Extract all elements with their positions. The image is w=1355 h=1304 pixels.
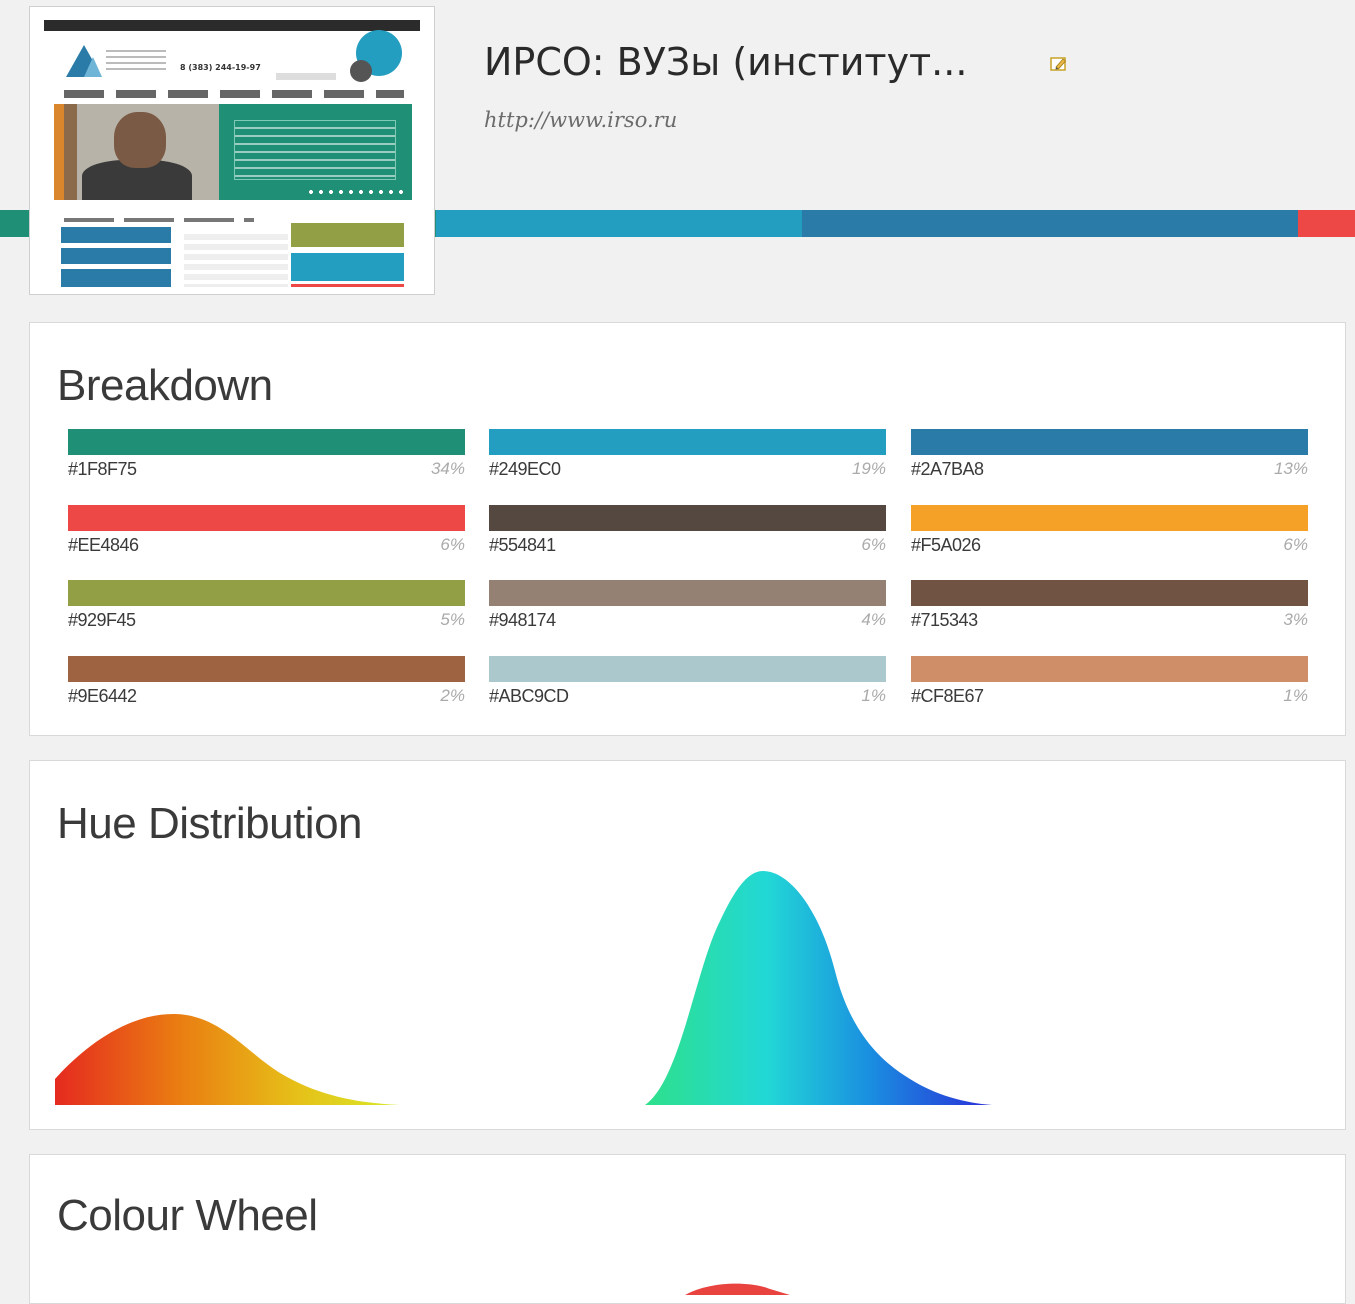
site-thumbnail[interactable]: 8 (383) 244-19-97 [29, 6, 435, 295]
swatch-bar [68, 656, 465, 682]
swatch-percent: 6% [1283, 535, 1308, 554]
swatch-bar [489, 580, 886, 606]
thumb-search [276, 73, 336, 80]
swatch-percent: 34% [430, 459, 465, 478]
color-swatch[interactable]: #715343 3% [911, 580, 1308, 630]
swatch-bar [68, 580, 465, 606]
thumb-calendar [184, 234, 288, 287]
swatch-hex: #554841 [489, 535, 556, 555]
swatch-hex: #CF8E67 [911, 686, 984, 706]
site-title: ИРСО: ВУЗы (институт... [484, 40, 968, 84]
swatch-bar [68, 429, 465, 455]
thumb-logo-text [106, 50, 166, 72]
thumb-topbar [44, 20, 420, 31]
swatch-bar [911, 656, 1308, 682]
thumb-olive-button [291, 223, 404, 247]
swatch-hex: #249EC0 [489, 459, 561, 479]
swatch-hex: #EE4846 [68, 535, 139, 555]
thumb-quote-box [234, 120, 396, 180]
swatch-percent: 3% [1283, 610, 1308, 629]
swatch-hex: #2A7BA8 [911, 459, 984, 479]
edit-icon[interactable] [1050, 56, 1068, 72]
color-swatch[interactable]: #9E6442 2% [68, 656, 465, 706]
swatch-percent: 6% [440, 535, 465, 554]
thumb-badge-small [350, 60, 372, 82]
color-swatch[interactable]: #554841 6% [489, 505, 886, 555]
color-swatch[interactable]: #929F45 5% [68, 580, 465, 630]
color-swatch[interactable]: #CF8E67 1% [911, 656, 1308, 706]
swatch-bar [911, 429, 1308, 455]
swatch-bar [68, 505, 465, 531]
color-swatch[interactable]: #ABC9CD 1% [489, 656, 886, 706]
swatch-bar [489, 656, 886, 682]
swatch-percent: 1% [861, 686, 886, 705]
swatch-hex: #929F45 [68, 610, 136, 630]
hue-peak-cool [645, 871, 992, 1105]
swatch-hex: #9E6442 [68, 686, 137, 706]
thumb-nav [64, 90, 404, 98]
breakdown-title: Breakdown [57, 361, 273, 410]
swatch-hex: #715343 [911, 610, 978, 630]
color-swatch[interactable]: #2A7BA8 13% [911, 429, 1308, 479]
thumb-teal-button [291, 253, 404, 281]
color-swatch[interactable]: #249EC0 19% [489, 429, 886, 479]
thumb-red-button [291, 284, 404, 287]
strip-segment-blue [802, 210, 1298, 237]
swatch-percent: 4% [861, 610, 886, 629]
swatch-hex: #F5A026 [911, 535, 981, 555]
colour-wheel-card: Colour Wheel [29, 1154, 1346, 1304]
swatch-hex: #948174 [489, 610, 556, 630]
hue-peak-warm [55, 1013, 400, 1105]
thumbnail-image: 8 (383) 244-19-97 [44, 20, 420, 287]
hue-distribution-card: Hue Distribution [29, 760, 1346, 1130]
strip-segment-red [1298, 210, 1355, 237]
colour-wheel-segment-red [685, 1283, 790, 1295]
swatch-percent: 5% [440, 610, 465, 629]
thumb-slider-dots [309, 190, 404, 195]
swatch-percent: 2% [440, 686, 465, 705]
color-swatch[interactable]: #EE4846 6% [68, 505, 465, 555]
swatch-percent: 1% [1283, 686, 1308, 705]
swatch-bar [911, 580, 1308, 606]
swatch-bar [911, 505, 1308, 531]
color-swatch[interactable]: #948174 4% [489, 580, 886, 630]
hue-distribution-chart [55, 871, 992, 1105]
thumb-phone: 8 (383) 244-19-97 [180, 63, 261, 72]
swatch-bar [489, 505, 886, 531]
thumb-logo-inner [84, 57, 102, 77]
swatch-percent: 19% [851, 459, 886, 478]
swatch-percent: 13% [1273, 459, 1308, 478]
thumb-person-head [114, 112, 166, 168]
thumb-section-labels [64, 218, 254, 222]
swatch-hex: #ABC9CD [489, 686, 569, 706]
breakdown-card: Breakdown #1F8F75 34% #249EC0 19% #2A7BA8 13%… [29, 322, 1346, 736]
colour-wheel-chart [685, 1283, 790, 1295]
color-swatch[interactable]: #1F8F75 34% [68, 429, 465, 479]
swatch-bar [489, 429, 886, 455]
site-url[interactable]: http://www.irso.ru [484, 108, 677, 132]
strip-segment-teal [436, 210, 802, 237]
color-swatch[interactable]: #F5A026 6% [911, 505, 1308, 555]
swatch-percent: 6% [861, 535, 886, 554]
swatch-hex: #1F8F75 [68, 459, 137, 479]
